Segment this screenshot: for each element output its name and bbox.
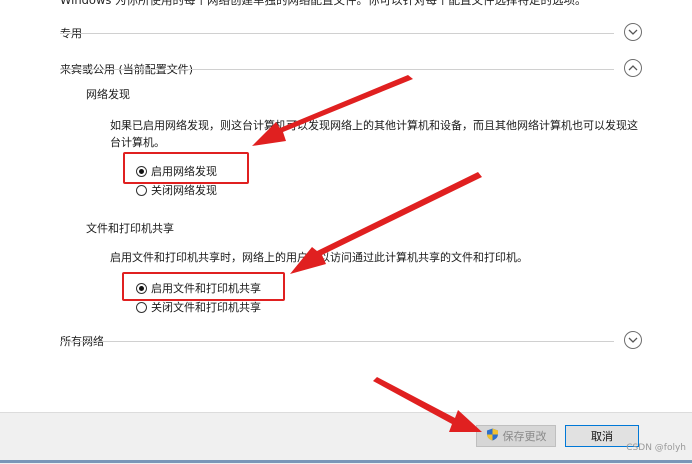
annotation-arrow-1 [252, 75, 413, 146]
annotation-arrows [252, 75, 482, 432]
annotation-arrow-2 [290, 172, 482, 274]
annotation-arrow-3 [373, 377, 482, 432]
